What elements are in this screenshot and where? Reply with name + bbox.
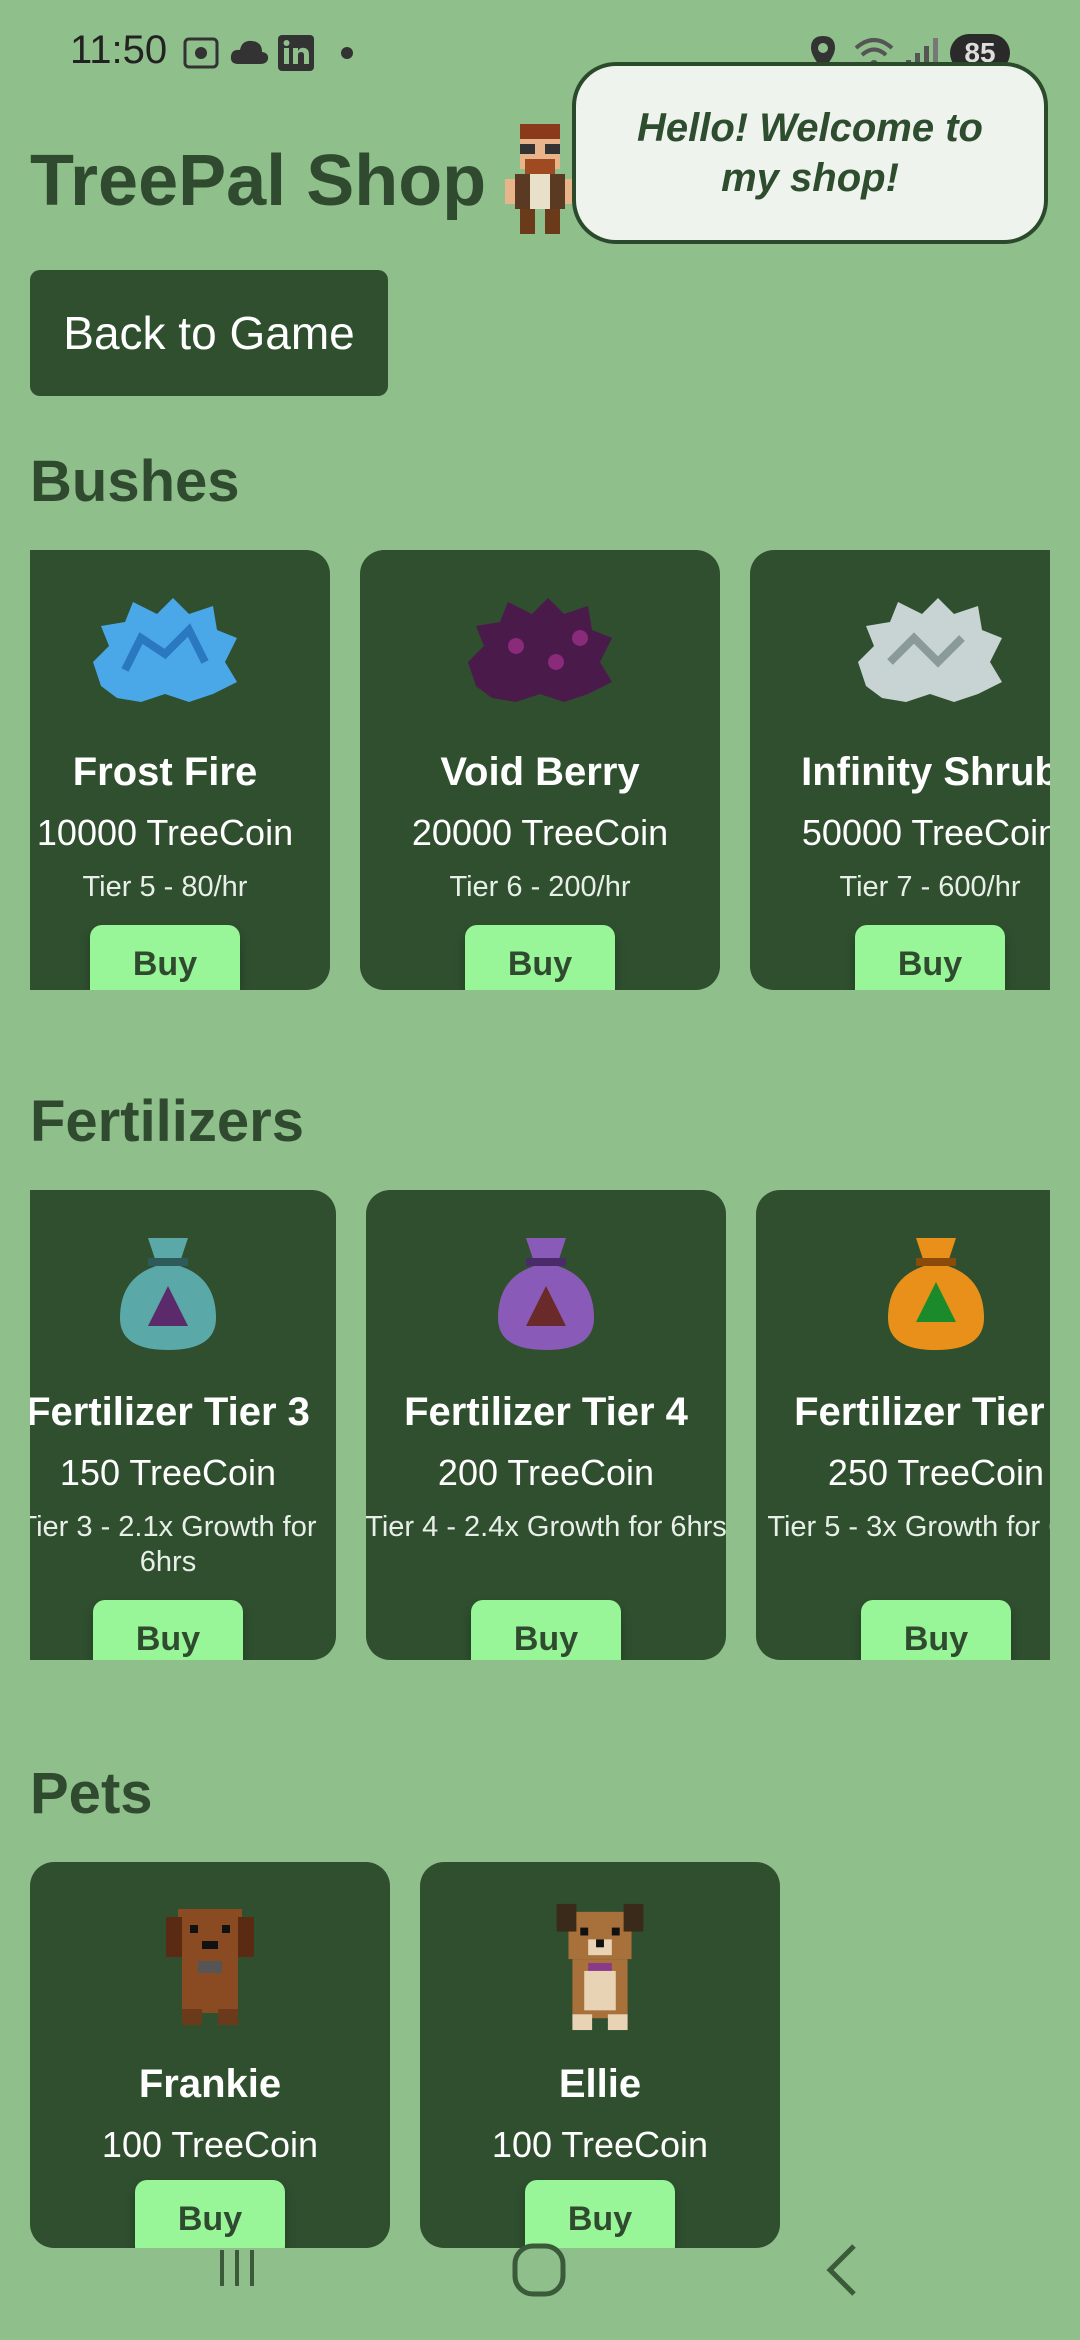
speech-bubble: Hello! Welcome to my shop! [572, 62, 1048, 244]
buy-button-fertilizer-tier-4[interactable]: Buy [471, 1600, 621, 1660]
item-price: 100 TreeCoin [491, 2124, 709, 2165]
fertilizer-bag-icon [888, 1238, 984, 1350]
buy-button-frost-fire[interactable]: Buy [90, 925, 240, 990]
buy-button-fertilizer-tier-5[interactable]: Buy [861, 1600, 1011, 1660]
item-price: 10000 TreeCoin [36, 812, 294, 853]
status-time: 11:50 [70, 28, 168, 72]
buy-button-void-berry[interactable]: Buy [465, 925, 615, 990]
shopkeeper-icon [505, 124, 575, 234]
page-title: TreePal Shop [30, 141, 487, 221]
item-desc: Tier 6 - 200/hr [449, 871, 631, 903]
linkedin-icon [278, 35, 314, 71]
void-berry-bush-icon [468, 598, 612, 702]
system-nav-bar [0, 2220, 1080, 2340]
pets-row[interactable]: Frankie 100 TreeCoin Buy Ellie 100 TreeC… [30, 1862, 1050, 2262]
bush-card-infinity-shrub: Infinity Shrub 50000 TreeCoin Tier 7 - 6… [750, 550, 1050, 990]
item-desc: Tier 5 - 80/hr [82, 871, 248, 903]
item-price: 250 TreeCoin [827, 1452, 1045, 1493]
section-title-bushes: Bushes [30, 449, 240, 514]
item-name: Frankie [138, 2062, 282, 2106]
fertilizer-card-tier-3: Fertilizer Tier 3 150 TreeCoin Tier 3 - … [30, 1190, 336, 1660]
item-price: 50000 TreeCoin [801, 812, 1050, 853]
item-price: 150 TreeCoin [59, 1452, 277, 1493]
buy-button-fertilizer-tier-3[interactable]: Buy [93, 1600, 243, 1660]
back-icon[interactable] [820, 2242, 864, 2298]
item-price: 100 TreeCoin [101, 2124, 319, 2165]
screenshot-icon [183, 37, 219, 69]
item-price: 20000 TreeCoin [411, 812, 669, 853]
bushes-row[interactable]: Frost Fire 10000 TreeCoin Tier 5 - 80/hr… [30, 550, 1050, 1020]
item-name: Void Berry [440, 750, 640, 794]
item-price: 200 TreeCoin [437, 1452, 655, 1493]
fertilizers-row[interactable]: Fertilizer Tier 3 150 TreeCoin Tier 3 - … [30, 1190, 1050, 1670]
fertilizer-card-tier-5: Fertilizer Tier 5 250 TreeCoin Tier 5 - … [756, 1190, 1050, 1660]
infinity-shrub-bush-icon [858, 598, 1002, 702]
fertilizer-card-tier-4: Fertilizer Tier 4 200 TreeCoin Tier 4 - … [366, 1190, 726, 1660]
fertilizer-bag-icon [498, 1238, 594, 1350]
item-desc: Tier 7 - 600/hr [839, 871, 1021, 903]
item-desc: Tier 4 - 2.4x Growth for 6hrs [366, 1511, 726, 1543]
frost-fire-bush-icon [93, 598, 237, 702]
section-title-fertilizers: Fertilizers [30, 1089, 304, 1154]
ellie-dog-icon [556, 1903, 644, 2031]
recent-apps-icon[interactable] [212, 2242, 262, 2292]
item-name: Infinity Shrub [801, 750, 1050, 794]
notification-dot-icon [341, 47, 353, 59]
item-name: Fertilizer Tier 3 [30, 1390, 310, 1434]
fertilizer-bag-icon [120, 1238, 216, 1350]
item-desc: Tier 5 - 3x Growth for 6hrs [767, 1511, 1050, 1543]
home-icon[interactable] [510, 2242, 570, 2298]
item-name: Fertilizer Tier 4 [404, 1390, 688, 1434]
back-to-game-button[interactable]: Back to Game [30, 270, 388, 396]
item-name: Fertilizer Tier 5 [794, 1390, 1050, 1434]
section-title-pets: Pets [30, 1761, 153, 1826]
pet-card-frankie: Frankie 100 TreeCoin Buy [30, 1862, 390, 2248]
buy-button-infinity-shrub[interactable]: Buy [855, 925, 1005, 990]
item-name: Ellie [558, 2062, 642, 2106]
item-desc: Tier 3 - 2.1x Growth for 6hrs [30, 1511, 317, 1578]
cloud-icon [230, 40, 269, 64]
frankie-dog-icon [166, 1909, 254, 2025]
bush-card-void-berry: Void Berry 20000 TreeCoin Tier 6 - 200/h… [360, 550, 720, 990]
item-name: Frost Fire [72, 750, 258, 794]
pet-card-ellie: Ellie 100 TreeCoin Buy [420, 1862, 780, 2248]
bush-card-frost-fire: Frost Fire 10000 TreeCoin Tier 5 - 80/hr… [30, 550, 330, 990]
